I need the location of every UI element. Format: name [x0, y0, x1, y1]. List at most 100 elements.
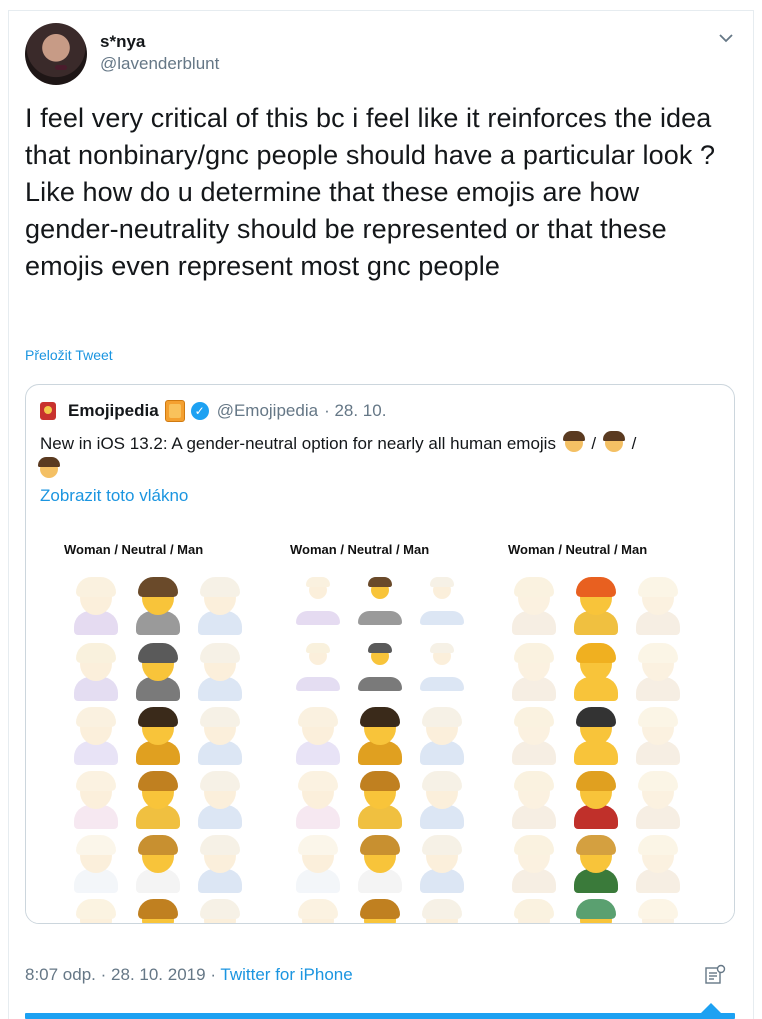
woman-emoji-icon: [504, 577, 564, 637]
woman-emoji-icon: [66, 835, 126, 895]
man-emoji-icon: [628, 771, 688, 831]
neutral-emoji-icon: [566, 899, 626, 923]
emoji-hair: [138, 899, 178, 919]
neutral-emoji-icon: [128, 643, 188, 703]
woman-emoji-icon: [504, 771, 564, 831]
woman-emoji-icon: [66, 707, 126, 767]
translate-link[interactable]: Přeložit Tweet: [25, 347, 113, 363]
tweet-time[interactable]: 8:07 odp.: [25, 965, 96, 984]
emoji-hair: [138, 643, 178, 663]
emoji-hair: [576, 899, 616, 919]
man-emoji-icon: [190, 577, 250, 637]
emoji-hair: [138, 707, 178, 727]
woman-emoji-icon: [504, 643, 564, 703]
emoji-hair: [368, 643, 392, 653]
emoji-hair: [514, 707, 554, 727]
emoji-hair: [76, 707, 116, 727]
emoji-hair: [200, 771, 240, 791]
selection-bar: [25, 1013, 735, 1019]
emoji-body: [358, 677, 402, 691]
author-display-name[interactable]: s*nya: [100, 32, 145, 52]
emoji-hair: [298, 771, 338, 791]
emoji-hair: [368, 577, 392, 587]
quoted-tweet-header: Emojipedia ✓ @Emojipedia · 28. 10.: [40, 399, 386, 423]
emoji-hair: [638, 577, 678, 597]
neutral-emoji-icon: [350, 707, 410, 767]
emoji-hair: [638, 899, 678, 919]
man-emoji-icon: [412, 835, 472, 895]
emoji-hair: [360, 899, 400, 919]
man-emoji-icon: [190, 899, 250, 923]
avatar[interactable]: [25, 23, 87, 85]
woman-emoji-icon: [288, 835, 348, 895]
author-handle[interactable]: @lavenderblunt: [100, 54, 219, 74]
neutral-emoji-icon: [350, 899, 410, 923]
selection-notch: [700, 1003, 722, 1014]
emoji-hair: [76, 577, 116, 597]
neutral-emoji-icon: [128, 577, 188, 637]
emoji-hair: [638, 643, 678, 663]
emoji-hair: [200, 835, 240, 855]
quoted-author-name[interactable]: Emojipedia: [68, 401, 159, 421]
woman-emoji-icon: [288, 771, 348, 831]
tweet-timestamp: 8:07 odp. · 28. 10. 2019 · Twitter for i…: [25, 965, 353, 985]
woman-emoji-icon: [66, 577, 126, 637]
emoji-hair: [576, 707, 616, 727]
woman-emoji-icon: [66, 899, 126, 923]
tweet-source[interactable]: Twitter for iPhone: [220, 965, 352, 984]
column-title: Woman / Neutral / Man: [64, 542, 204, 557]
emoji-hair: [422, 899, 462, 919]
emoji-hair: [638, 707, 678, 727]
man-emoji-icon: [412, 577, 472, 637]
quoted-author-handle[interactable]: @Emojipedia: [217, 401, 318, 421]
emoji-body: [296, 677, 340, 691]
neutral-emoji-icon: [566, 835, 626, 895]
quoted-date[interactable]: · 28. 10.: [324, 401, 386, 421]
man-emoji-icon: [190, 771, 250, 831]
emoji-hair: [360, 707, 400, 727]
emoji-hair: [200, 899, 240, 919]
emoji-hair: [138, 835, 178, 855]
separator-dot: ·: [100, 965, 107, 984]
separator: /: [591, 434, 597, 453]
woman-emoji-icon: [66, 771, 126, 831]
emoji-hair: [514, 771, 554, 791]
quoted-tweet[interactable]: Emojipedia ✓ @Emojipedia · 28. 10. New i…: [25, 384, 735, 924]
neutral-emoji-icon: [350, 835, 410, 895]
man-emoji-icon: [190, 707, 250, 767]
neutral-emoji-icon: [566, 771, 626, 831]
emoji-hair: [638, 771, 678, 791]
emoji-hair: [430, 643, 454, 653]
chevron-down-icon[interactable]: [716, 28, 736, 48]
man-emoji-icon: [190, 643, 250, 703]
man-emoji-icon: [628, 707, 688, 767]
man-emoji-icon: [628, 577, 688, 637]
vampire-neutral-emoji-icon: [602, 431, 625, 452]
quoted-text-body: New in iOS 13.2: A gender-neutral option…: [40, 434, 556, 453]
column-title: Woman / Neutral / Man: [290, 542, 430, 557]
woman-emoji-icon: [66, 643, 126, 703]
emoji-comparison-image[interactable]: Woman / Neutral / Man Woman / Neutral / …: [26, 525, 734, 923]
vampire-man-emoji-icon: [38, 457, 60, 478]
emoji-body: [358, 611, 402, 625]
emoji-body: [420, 611, 464, 625]
book-emoji-icon: [164, 400, 185, 422]
emojipedia-logo-icon: [40, 402, 56, 420]
show-thread-link[interactable]: Zobrazit toto vlákno: [40, 486, 188, 506]
emoji-hair: [200, 577, 240, 597]
emoji-hair: [200, 707, 240, 727]
woman-emoji-icon: [504, 899, 564, 923]
emoji-body: [420, 677, 464, 691]
tweet-date[interactable]: 28. 10. 2019: [111, 965, 206, 984]
emoji-hair: [138, 771, 178, 791]
emoji-body: [296, 611, 340, 625]
emoji-hair: [360, 771, 400, 791]
analytics-icon[interactable]: [704, 964, 726, 986]
man-emoji-icon: [628, 643, 688, 703]
neutral-emoji-icon: [566, 707, 626, 767]
emoji-hair: [298, 899, 338, 919]
separator-dot: ·: [210, 965, 216, 984]
woman-emoji-icon: [504, 835, 564, 895]
column-title: Woman / Neutral / Man: [508, 542, 648, 557]
neutral-emoji-icon: [350, 577, 410, 637]
